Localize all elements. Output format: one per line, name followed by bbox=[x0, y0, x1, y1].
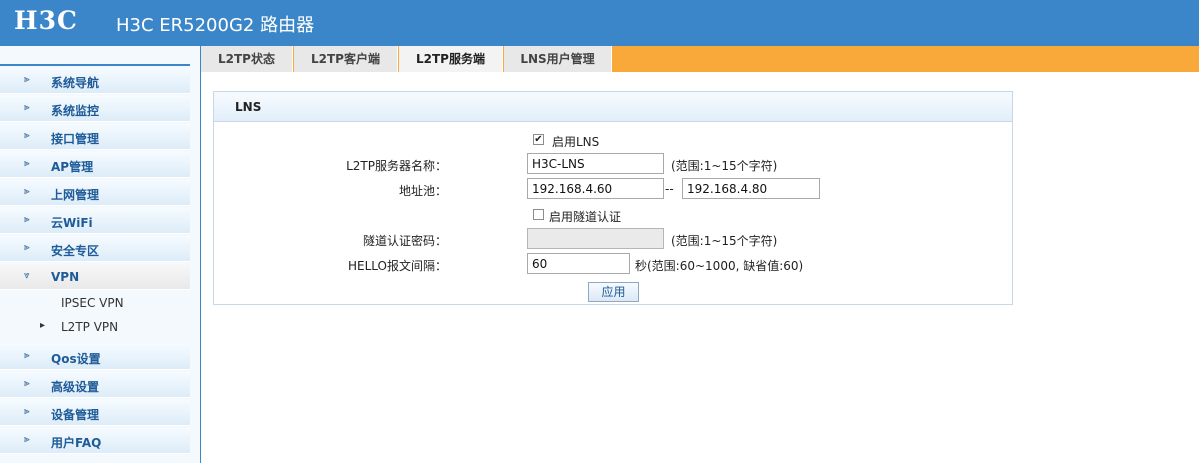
double-arrow-icon: ⫸ bbox=[24, 434, 30, 445]
sidebar-item-cloud-wifi[interactable]: ⫸ 云WiFi bbox=[0, 208, 190, 234]
tab-bar: L2TP状态 L2TP客户端 L2TP服务端 LNS用户管理 bbox=[201, 46, 1199, 72]
tunnel-password-input[interactable] bbox=[527, 228, 664, 249]
sidebar-item-label: 安全专区 bbox=[51, 244, 100, 258]
sidebar-item-advanced-settings[interactable]: ⫸ 高级设置 bbox=[0, 372, 190, 398]
double-arrow-icon: ⫸ bbox=[24, 378, 30, 389]
enable-lns-checkbox[interactable]: ✔ bbox=[533, 134, 544, 145]
sidebar-item-label: AP管理 bbox=[51, 160, 94, 174]
sidebar-item-label: 高级设置 bbox=[51, 380, 100, 394]
tab-l2tp-client[interactable]: L2TP客户端 bbox=[294, 46, 398, 72]
sidebar-item-security-zone[interactable]: ⫸ 安全专区 bbox=[0, 236, 190, 262]
sidebar-item-label: 上网管理 bbox=[51, 188, 100, 202]
double-arrow-icon: ⫸ bbox=[24, 130, 30, 141]
address-pool-separator: -- bbox=[665, 182, 674, 196]
panel-title: LNS bbox=[235, 100, 262, 114]
lns-panel: LNS ✔ 启用LNS L2TP服务器名称： (范围:1~15个字符) 地址池：… bbox=[213, 91, 1013, 305]
sidebar-item-label: 云WiFi bbox=[51, 216, 93, 230]
sidebar-subitem-label: L2TP VPN bbox=[61, 320, 119, 334]
sidebar-item-label: 接口管理 bbox=[51, 132, 100, 146]
address-pool-end-input[interactable] bbox=[682, 178, 820, 199]
app-title: H3C ER5200G2 路由器 bbox=[116, 15, 315, 36]
sidebar-item-label: 系统监控 bbox=[51, 104, 100, 118]
sidebar-divider bbox=[0, 64, 190, 66]
address-pool-label: 地址池： bbox=[398, 184, 447, 198]
double-arrow-icon: ⫸ bbox=[24, 350, 30, 361]
tab-l2tp-status[interactable]: L2TP状态 bbox=[201, 46, 293, 72]
sidebar-item-label: VPN bbox=[51, 270, 80, 284]
sidebar-item-label: 系统导航 bbox=[51, 76, 100, 90]
sidebar-subitem-label: IPSEC VPN bbox=[61, 296, 124, 310]
apply-button[interactable]: 应用 bbox=[588, 282, 639, 302]
server-name-label: L2TP服务器名称： bbox=[346, 159, 447, 173]
double-arrow-icon: ⫸ bbox=[24, 102, 30, 113]
address-pool-start-input[interactable] bbox=[527, 178, 664, 199]
tunnel-password-hint: (范围:1~15个字符) bbox=[671, 234, 778, 248]
tab-l2tp-server[interactable]: L2TP服务端 bbox=[399, 46, 503, 72]
double-arrow-icon: ⫸ bbox=[24, 158, 30, 169]
tunnel-auth-label: 启用隧道认证 bbox=[549, 210, 622, 224]
sidebar-subitem-l2tp-vpn[interactable]: ▸ L2TP VPN bbox=[0, 316, 190, 338]
sidebar-item-label: 设备管理 bbox=[51, 408, 100, 422]
sidebar-item-interface-management[interactable]: ⫸ 接口管理 bbox=[0, 124, 190, 150]
sidebar-item-internet-management[interactable]: ⫸ 上网管理 bbox=[0, 180, 190, 206]
hello-interval-label: HELLO报文间隔： bbox=[348, 259, 447, 273]
sidebar-item-ap-management[interactable]: ⫸ AP管理 bbox=[0, 152, 190, 178]
sidebar-item-system-monitor[interactable]: ⫸ 系统监控 bbox=[0, 96, 190, 122]
double-arrow-icon: ⫸ bbox=[24, 214, 30, 225]
triangle-right-icon: ▸ bbox=[40, 320, 46, 331]
double-arrow-icon: ⫸ bbox=[24, 186, 30, 197]
tunnel-auth-checkbox[interactable] bbox=[533, 209, 544, 220]
double-chevron-down-icon: ⩔ bbox=[24, 270, 30, 281]
hello-interval-hint: 秒(范围:60~1000, 缺省值:60) bbox=[635, 259, 804, 273]
h3c-logo: H3C bbox=[14, 6, 78, 35]
sidebar-item-vpn[interactable]: ⩔ VPN bbox=[0, 264, 190, 290]
sidebar-item-device-management[interactable]: ⫸ 设备管理 bbox=[0, 400, 190, 426]
tab-lns-user-management[interactable]: LNS用户管理 bbox=[504, 46, 612, 72]
app-header: H3C H3C ER5200G2 路由器 bbox=[0, 0, 1199, 46]
sidebar-item-label: Qos设置 bbox=[51, 352, 101, 366]
tunnel-password-label: 隧道认证密码： bbox=[362, 234, 447, 248]
double-arrow-icon: ⫸ bbox=[24, 242, 30, 253]
sidebar: ⫸ 系统导航 ⫸ 系统监控 ⫸ 接口管理 ⫸ AP管理 ⫸ 上网管理 ⫸ 云Wi… bbox=[0, 46, 201, 463]
server-name-hint: (范围:1~15个字符) bbox=[671, 159, 778, 173]
server-name-input[interactable] bbox=[527, 153, 664, 174]
double-arrow-icon: ⫸ bbox=[24, 406, 30, 417]
enable-lns-label: 启用LNS bbox=[552, 135, 600, 149]
sidebar-item-system-navigation[interactable]: ⫸ 系统导航 bbox=[0, 68, 190, 94]
panel-header: LNS bbox=[214, 92, 1012, 122]
sidebar-subitem-ipsec-vpn[interactable]: IPSEC VPN bbox=[0, 292, 190, 314]
sidebar-item-qos-settings[interactable]: ⫸ Qos设置 bbox=[0, 344, 190, 370]
sidebar-item-user-faq[interactable]: ⫸ 用户FAQ bbox=[0, 428, 190, 454]
sidebar-item-label: 用户FAQ bbox=[51, 436, 102, 450]
double-arrow-icon: ⫸ bbox=[24, 74, 30, 85]
hello-interval-input[interactable] bbox=[527, 253, 630, 274]
